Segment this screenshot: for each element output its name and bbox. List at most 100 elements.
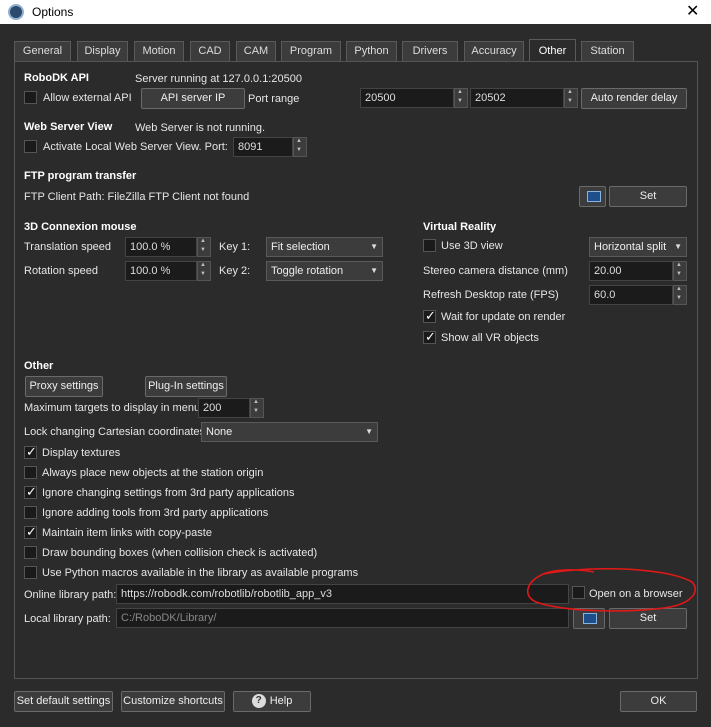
robodk-api-heading: RoboDK API — [24, 72, 89, 84]
tab-cam[interactable]: CAM — [236, 41, 276, 61]
option-check-label: Use Python macros available in the libra… — [42, 567, 359, 579]
port-from-input[interactable]: 20500 — [360, 88, 454, 108]
show-all-vr-checkbox[interactable] — [423, 329, 436, 345]
display-textures-checkbox[interactable] — [24, 444, 37, 460]
tab-other[interactable]: Other — [529, 39, 576, 62]
tab-python[interactable]: Python — [346, 41, 397, 61]
chevron-down-icon: ▼ — [370, 242, 378, 251]
max-targets-label: Maximum targets to display in menu — [24, 402, 201, 414]
allow-external-api-label: Allow external API — [43, 92, 132, 104]
split-mode-dropdown[interactable]: Horizontal split ▼ — [589, 237, 687, 257]
web-server-status: Web Server is not running. — [135, 122, 266, 134]
ftp-set-button[interactable]: Set — [609, 186, 687, 207]
tab-general[interactable]: General — [14, 41, 71, 61]
option-check-label: Display textures — [42, 447, 121, 459]
activate-web-server-label: Activate Local Web Server View. Port: — [43, 141, 228, 153]
web-port-spinner[interactable] — [293, 137, 307, 157]
rotation-speed-input[interactable]: 100.0 % — [125, 261, 197, 281]
online-library-input[interactable]: https://robodk.com/robotlib/robotlib_app… — [116, 584, 569, 604]
window-title: Options — [32, 5, 74, 19]
lock-cartesian-label: Lock changing Cartesian coordinates — [24, 426, 206, 438]
customize-shortcuts-button[interactable]: Customize shortcuts — [121, 691, 225, 712]
help-label: Help — [269, 695, 293, 707]
chevron-down-icon: ▼ — [674, 242, 682, 251]
ftp-heading: FTP program transfer — [24, 170, 137, 182]
web-server-heading: Web Server View — [24, 121, 113, 133]
ignore-settings-checkbox[interactable] — [24, 484, 37, 500]
local-library-label: Local library path: — [24, 613, 111, 625]
tab-cad[interactable]: CAD — [190, 41, 230, 61]
option-check-label: Maintain item links with copy-paste — [42, 527, 212, 539]
help-icon: ? — [251, 694, 266, 709]
rotation-speed-label: Rotation speed — [24, 265, 98, 277]
translation-speed-label: Translation speed — [24, 241, 112, 253]
wait-update-label: Wait for update on render — [441, 311, 566, 323]
max-targets-spinner[interactable] — [250, 398, 264, 418]
option-check-label: Draw bounding boxes (when collision chec… — [42, 547, 318, 559]
lock-cartesian-dropdown[interactable]: None ▼ — [201, 422, 378, 442]
online-library-label: Online library path: — [24, 589, 117, 601]
python-macros-checkbox[interactable] — [24, 566, 37, 579]
browser-icon — [583, 613, 597, 624]
port-to-input[interactable]: 20502 — [470, 88, 564, 108]
stereo-distance-spinner[interactable] — [673, 261, 687, 281]
refresh-rate-input[interactable]: 60.0 — [589, 285, 673, 305]
port-range-label: Port range — [248, 93, 300, 105]
key2-dropdown[interactable]: Toggle rotation ▼ — [266, 261, 383, 281]
chevron-down-icon: ▼ — [370, 266, 378, 275]
help-button[interactable]: ? Help — [233, 691, 311, 712]
ok-button[interactable]: OK — [620, 691, 697, 712]
use-3d-view-label: Use 3D view — [441, 240, 503, 252]
key1-dropdown[interactable]: Fit selection ▼ — [266, 237, 383, 257]
use-3d-view-checkbox[interactable] — [423, 239, 436, 252]
option-check-label: Always place new objects at the station … — [42, 467, 264, 479]
place-at-origin-checkbox[interactable] — [24, 466, 37, 479]
tab-drivers[interactable]: Drivers — [402, 41, 458, 61]
title-bar: Options ✕ — [0, 0, 711, 24]
set-default-settings-button[interactable]: Set default settings — [14, 691, 113, 712]
ftp-browse-button[interactable] — [579, 186, 606, 207]
proxy-settings-button[interactable]: Proxy settings — [25, 376, 103, 397]
auto-render-delay-button[interactable]: Auto render delay — [581, 88, 687, 109]
tab-accuracy[interactable]: Accuracy — [464, 41, 524, 61]
connexion-heading: 3D Connexion mouse — [24, 221, 137, 233]
key2-value: Toggle rotation — [271, 265, 344, 277]
vr-heading: Virtual Reality — [423, 221, 497, 233]
port-to-spinner[interactable] — [564, 88, 578, 108]
api-status: Server running at 127.0.0.1:20500 — [135, 73, 302, 85]
tab-station[interactable]: Station — [581, 41, 634, 61]
max-targets-input[interactable]: 200 — [198, 398, 250, 418]
browser-icon — [587, 191, 601, 202]
allow-external-api-checkbox[interactable] — [24, 91, 37, 104]
key1-label: Key 1: — [219, 241, 251, 253]
other-heading: Other — [24, 360, 54, 372]
wait-update-checkbox[interactable] — [423, 308, 436, 324]
rotation-speed-spinner[interactable] — [197, 261, 211, 281]
maintain-links-checkbox[interactable] — [24, 524, 37, 540]
activate-web-server-checkbox[interactable] — [24, 140, 37, 153]
translation-speed-spinner[interactable] — [197, 237, 211, 257]
tab-display[interactable]: Display — [77, 41, 128, 61]
api-server-ip-button[interactable]: API server IP — [141, 88, 245, 109]
key2-label: Key 2: — [219, 265, 251, 277]
local-library-input[interactable]: C:/RoboDK/Library/ — [116, 608, 569, 628]
ignore-tools-checkbox[interactable] — [24, 506, 37, 519]
tab-program[interactable]: Program — [281, 41, 341, 61]
split-mode-value: Horizontal split — [594, 241, 667, 253]
port-from-spinner[interactable] — [454, 88, 468, 108]
translation-speed-input[interactable]: 100.0 % — [125, 237, 197, 257]
ftp-client-path: FTP Client Path: FileZilla FTP Client no… — [24, 191, 250, 203]
option-check-label: Ignore adding tools from 3rd party appli… — [42, 507, 269, 519]
tab-motion[interactable]: Motion — [134, 41, 184, 61]
refresh-rate-spinner[interactable] — [673, 285, 687, 305]
plugin-settings-button[interactable]: Plug-In settings — [145, 376, 227, 397]
stereo-distance-input[interactable]: 20.00 — [589, 261, 673, 281]
refresh-rate-label: Refresh Desktop rate (FPS) — [423, 289, 559, 301]
option-check-label: Ignore changing settings from 3rd party … — [42, 487, 295, 499]
bounding-boxes-checkbox[interactable] — [24, 546, 37, 559]
close-icon[interactable]: ✕ — [686, 1, 699, 21]
web-port-input[interactable]: 8091 — [233, 137, 293, 157]
annotation-circle — [526, 568, 697, 612]
key1-value: Fit selection — [271, 241, 330, 253]
chevron-down-icon: ▼ — [365, 427, 373, 436]
